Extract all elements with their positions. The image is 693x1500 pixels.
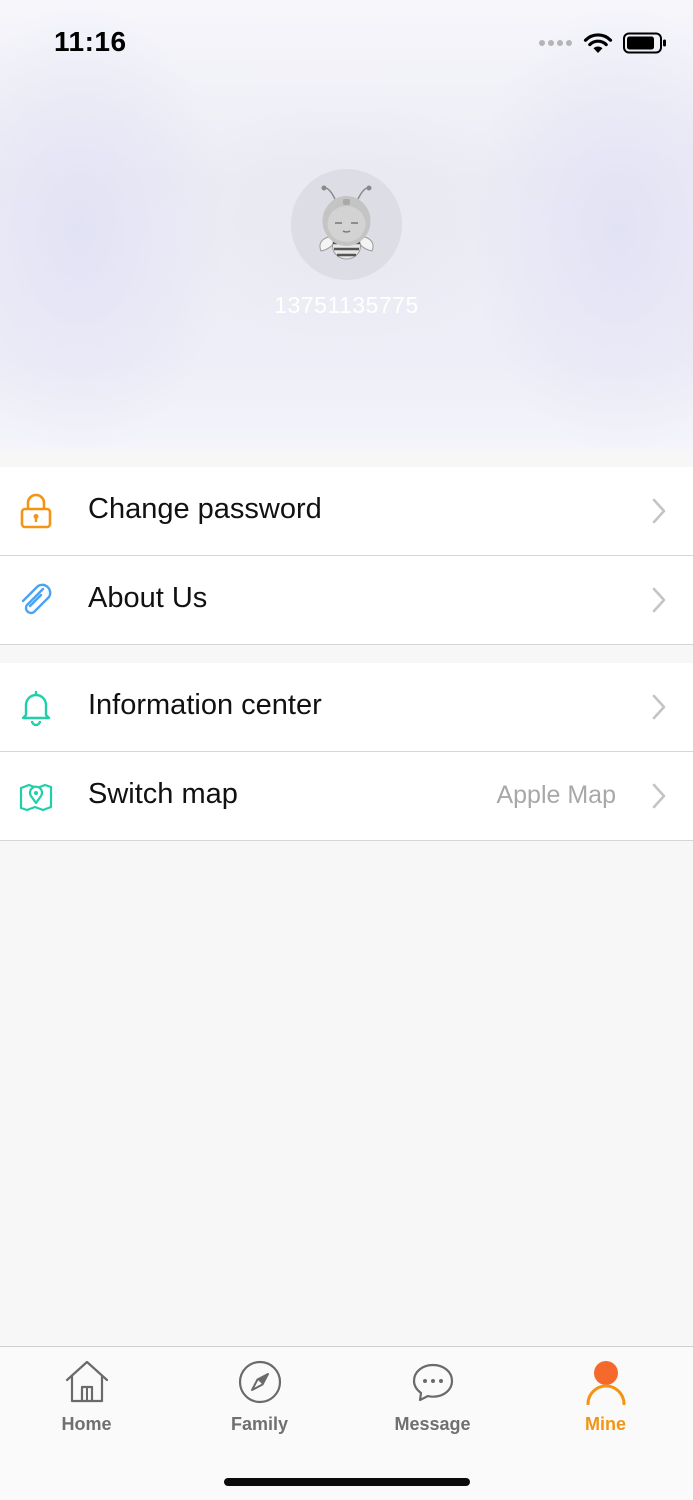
bee-avatar-icon (291, 169, 402, 280)
menu-item-about-us[interactable]: About Us (0, 556, 693, 645)
profile-header: 11:16 13751135775 (0, 0, 693, 449)
map-pin-icon (19, 783, 53, 812)
chevron-right-icon (652, 783, 666, 809)
current-map-value: Apple Map (496, 781, 616, 809)
status-icons (539, 28, 667, 58)
avatar[interactable] (291, 169, 402, 280)
menu-group-account: Change password About Us (0, 467, 693, 645)
house-icon (65, 1360, 109, 1403)
tab-label: Family (230, 1414, 289, 1434)
phone-number: 13751135775 (274, 292, 419, 318)
menu-item-change-password[interactable]: Change password (0, 467, 693, 556)
home-indicator (224, 1478, 470, 1486)
tab-home[interactable]: Home (0, 1347, 173, 1447)
chat-bubble-icon (412, 1363, 454, 1402)
menu-group-settings: Information center Switch map Apple Map (0, 663, 693, 841)
chevron-right-icon (652, 498, 666, 524)
tab-message[interactable]: Message (346, 1347, 519, 1447)
menu-item-label: Switch map (88, 778, 238, 810)
bell-icon (21, 690, 51, 727)
tab-bar: Home Family Message Mine (0, 1346, 693, 1500)
menu-item-label: Change password (88, 493, 322, 525)
wifi-icon (583, 33, 613, 53)
battery-icon (623, 32, 666, 54)
menu-item-information-center[interactable]: Information center (0, 663, 693, 752)
tab-family[interactable]: Family (173, 1347, 346, 1447)
signal-dots-icon (539, 40, 572, 46)
menu-item-label: Information center (88, 689, 322, 721)
tab-mine[interactable]: Mine (519, 1347, 692, 1447)
menu-item-switch-map[interactable]: Switch map Apple Map (0, 752, 693, 841)
chevron-right-icon (652, 587, 666, 613)
status-time: 11:16 (54, 26, 127, 57)
person-icon (586, 1361, 626, 1405)
lock-icon (20, 493, 52, 529)
paperclip-icon (21, 583, 52, 615)
tab-label: Message (394, 1414, 471, 1434)
tab-label: Mine (584, 1414, 626, 1434)
chevron-right-icon (652, 694, 666, 720)
menu-item-label: About Us (88, 582, 208, 614)
tab-label: Home (61, 1414, 112, 1434)
compass-icon (238, 1360, 282, 1404)
status-bar: 11:16 (0, 0, 693, 88)
